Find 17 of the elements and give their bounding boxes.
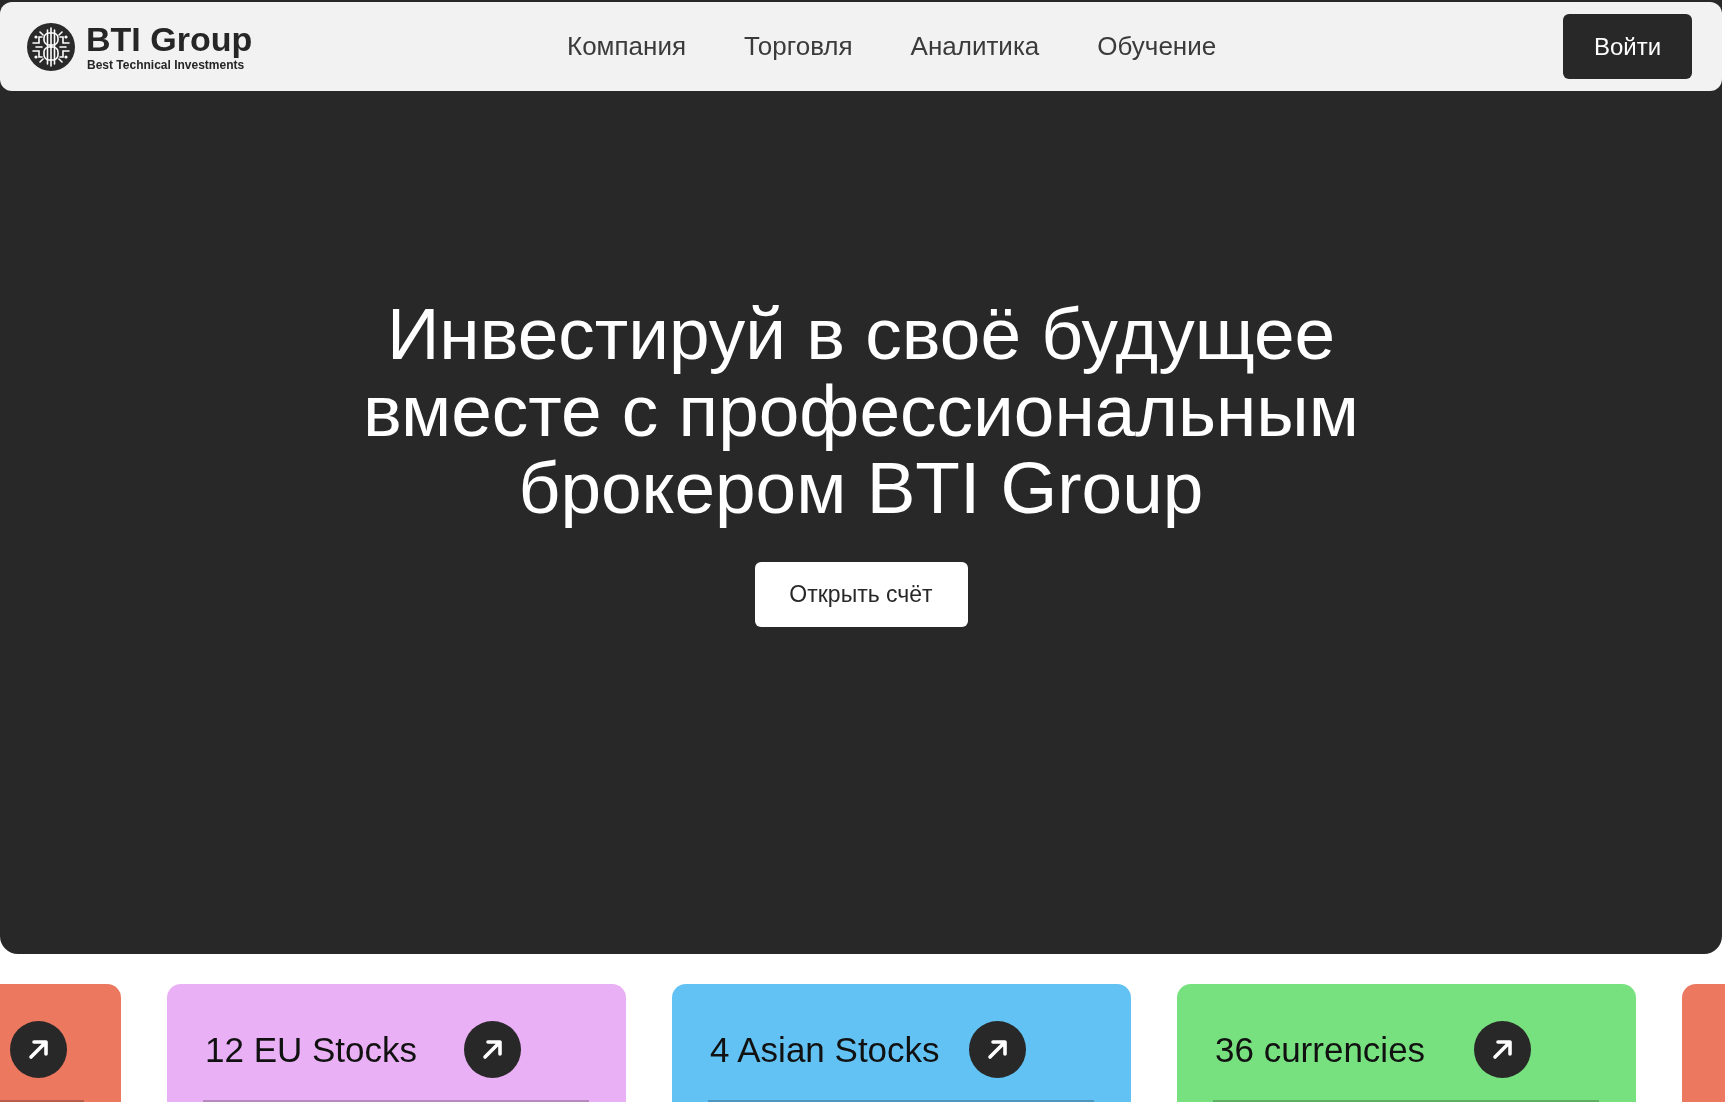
open-account-button[interactable]: Открыть счёт xyxy=(754,562,968,627)
card-label: 12 EU Stocks xyxy=(205,1029,419,1070)
card-label: 36 currencies xyxy=(1215,1029,1427,1070)
card-label: 4 Asian Stocks xyxy=(710,1029,941,1070)
nav-link[interactable]: Обучение xyxy=(1097,31,1217,62)
hero-heading: Инвестируй в своё будущее вместе с профессиональным брокером BTI Group xyxy=(362,295,1360,526)
brand-name: BTI Group xyxy=(86,21,253,56)
circuit-emblem-icon xyxy=(27,22,75,71)
nav-link[interactable]: Компания xyxy=(567,31,686,62)
arrow-up-right-icon[interactable] xyxy=(10,1021,67,1078)
arrow-up-right-icon[interactable] xyxy=(969,1021,1026,1078)
arrow-up-right-icon[interactable] xyxy=(464,1021,521,1078)
nav-link[interactable]: Торговля xyxy=(744,31,853,62)
nav-link[interactable]: Аналитика xyxy=(910,31,1040,62)
arrow-up-right-icon[interactable] xyxy=(1474,1021,1531,1078)
brand-tagline: Best Technical Investments xyxy=(87,57,245,72)
login-button[interactable]: Войти xyxy=(1563,14,1692,79)
